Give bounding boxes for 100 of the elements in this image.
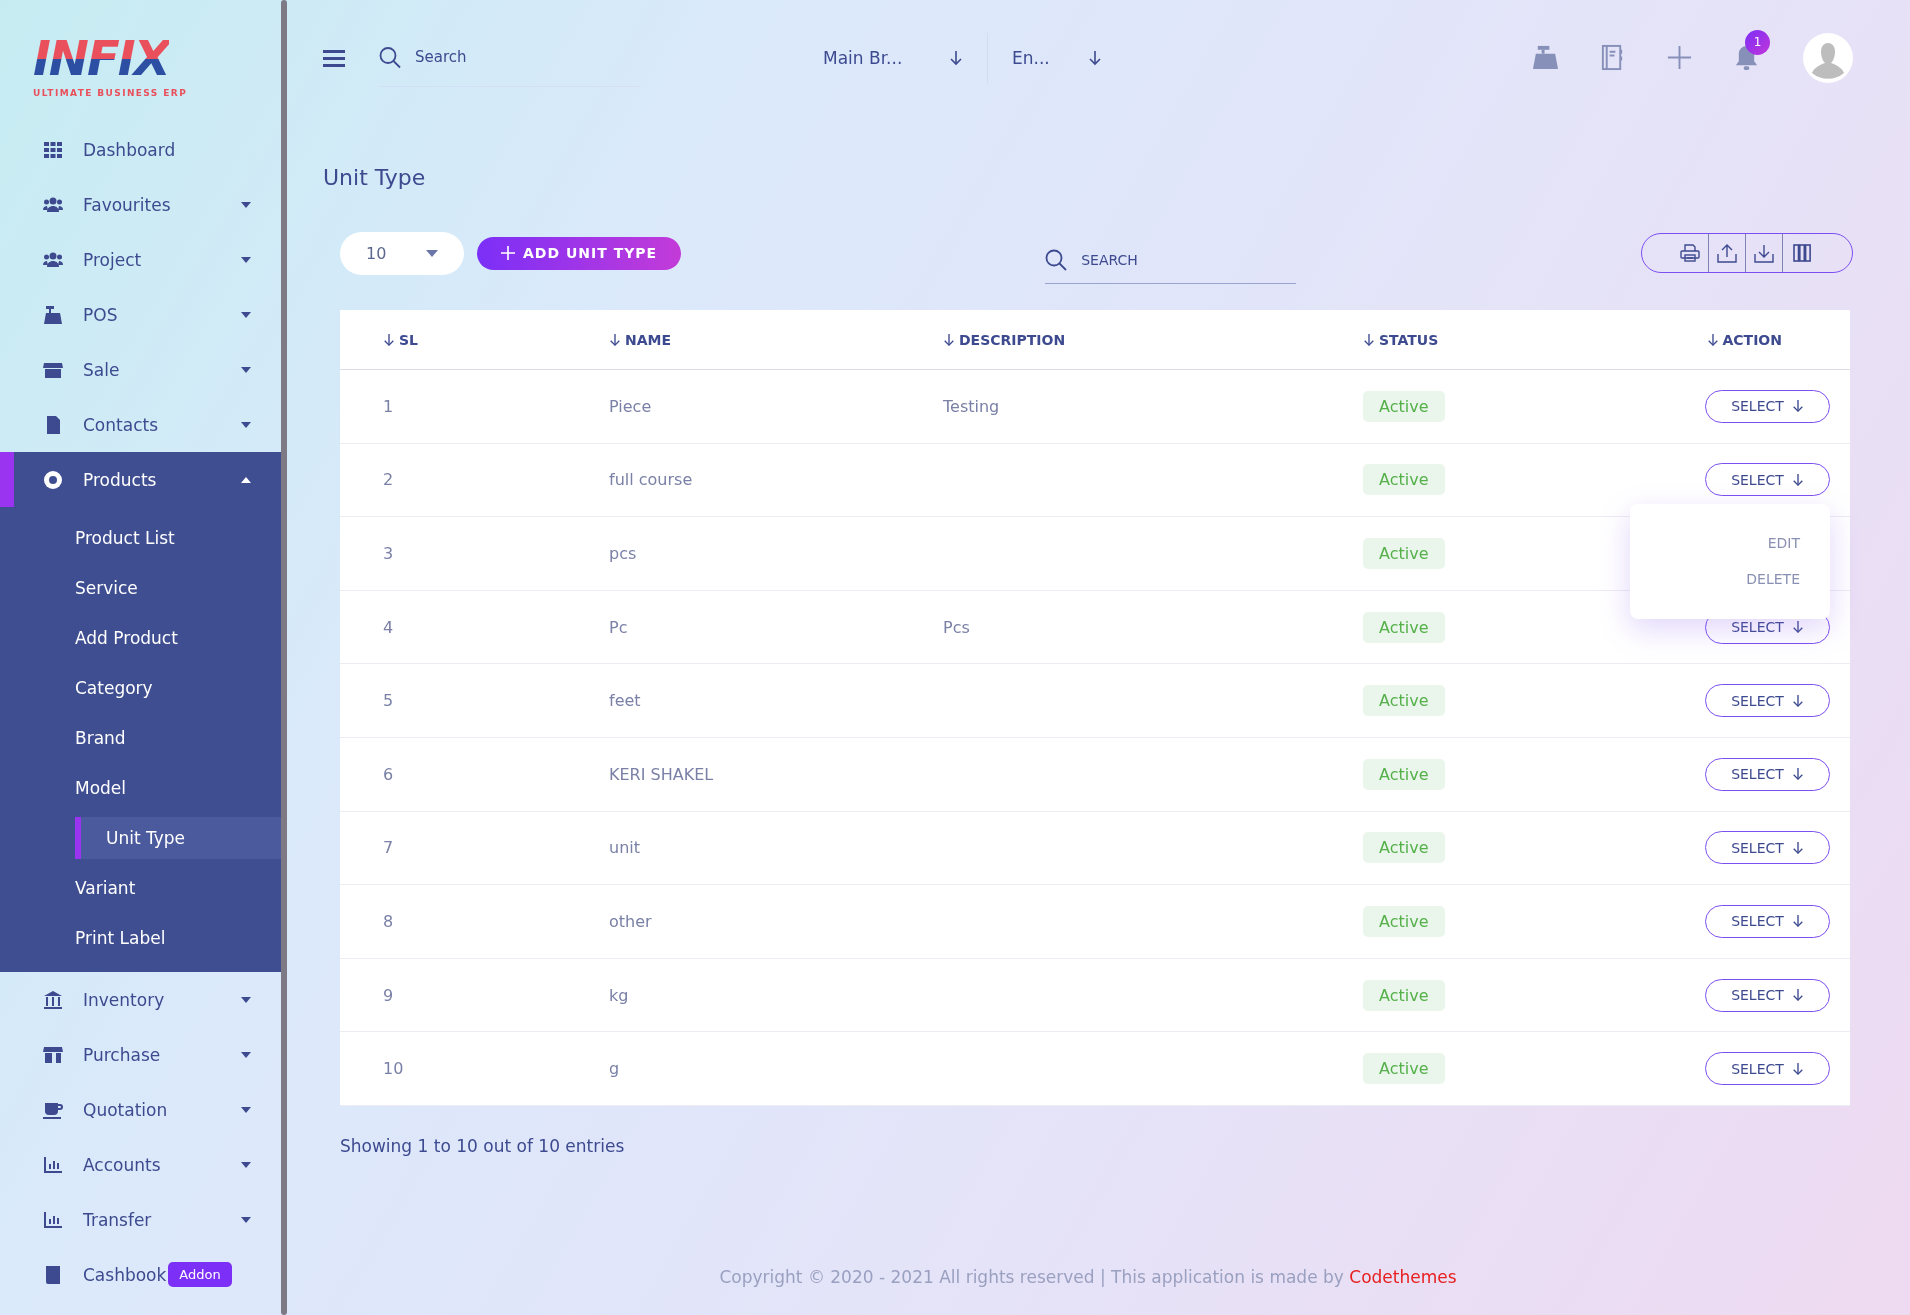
table-cell-text: 9 [383, 985, 395, 1005]
page-size-dropdown[interactable]: 10 [340, 231, 464, 275]
table-cell-text: Pc [609, 617, 629, 637]
sidebar-item[interactable]: Accounts [0, 1137, 281, 1192]
sidebar-item[interactable]: Inventory [0, 972, 281, 1027]
table-cell-text: pcs [609, 544, 638, 563]
table-cell-text: Piece [609, 396, 653, 416]
table-cell-text: KERI SHAKEL [609, 764, 715, 784]
submenu-item[interactable]: Service [0, 563, 281, 613]
select-button[interactable]: SELECT [1705, 978, 1830, 1012]
status-badge: Active [1363, 685, 1445, 717]
caret-icon [426, 249, 438, 257]
plus-icon[interactable] [1666, 44, 1693, 71]
down-arrow-icon [1088, 49, 1102, 66]
sidebar-item[interactable]: POS [0, 287, 281, 342]
circle-icon [43, 469, 63, 490]
submenu-item[interactable]: Product List [0, 513, 281, 563]
scrollbar[interactable] [281, 0, 287, 1315]
download-icon[interactable] [1754, 243, 1774, 263]
down-arrow-icon [1791, 693, 1804, 708]
column-header[interactable]: NAME [609, 331, 943, 348]
sort-arrow-icon [609, 332, 621, 347]
upload-icon[interactable] [1717, 243, 1737, 263]
table-cell-text: 5 [383, 691, 395, 711]
table-cell-text: 3 [383, 544, 395, 563]
down-arrow-icon [1791, 767, 1804, 782]
submenu-item[interactable]: Print Label [0, 913, 281, 963]
codethemes-link[interactable]: Codethemes [1349, 1267, 1457, 1287]
table-cell-text: 2 [383, 470, 395, 490]
status-badge: Active [1363, 464, 1445, 496]
sort-arrow-icon [1363, 332, 1375, 347]
table-cell-text: Testing [943, 396, 1001, 416]
cash-register-icon [43, 304, 63, 325]
status-badge: Active [1363, 390, 1445, 422]
status-badge: Active [1363, 979, 1445, 1011]
status-badge: Active [1363, 1053, 1445, 1085]
sidebar-item[interactable]: Dashboard [0, 122, 281, 177]
table-cell-text: full course [609, 470, 694, 490]
select-button[interactable]: SELECT [1705, 757, 1830, 791]
table-cell-text: 7 [383, 838, 395, 858]
table-cell-text: other [609, 911, 653, 931]
status-badge: Active [1363, 538, 1445, 569]
store-icon [43, 1044, 63, 1065]
sidebar-item[interactable]: Sale [0, 342, 281, 397]
sidebar-item[interactable]: Transfer [0, 1192, 281, 1247]
plus-icon [501, 246, 515, 260]
down-arrow-icon [1791, 840, 1804, 855]
search-field[interactable]: Search [379, 28, 639, 87]
select-button[interactable]: SELECT [1705, 684, 1830, 718]
column-header[interactable]: ACTION [1706, 331, 1782, 348]
submenu-item[interactable]: Add Product [0, 613, 281, 663]
submenu-item[interactable]: Category [0, 663, 281, 713]
sidebar-item[interactable]: Cashbook Addon [0, 1247, 281, 1302]
select-button[interactable]: SELECT [1705, 904, 1830, 938]
status-badge: Active [1363, 905, 1445, 937]
cash-register-icon[interactable] [1532, 44, 1559, 71]
table-cell-text: g [609, 1059, 621, 1079]
select-button[interactable]: SELECT [1705, 831, 1830, 865]
down-arrow-icon [1791, 914, 1804, 929]
sidebar-item[interactable]: Products [0, 452, 281, 507]
table-search-field[interactable]: SEARCH [1045, 236, 1297, 284]
down-arrow-icon [1791, 399, 1804, 414]
sidebar-item[interactable]: Purchase [0, 1027, 281, 1082]
table-cell-text: kg [609, 985, 630, 1005]
sidebar-item[interactable]: Favourites [0, 177, 281, 232]
sidebar-item[interactable]: Project [0, 232, 281, 287]
columns-icon[interactable] [1791, 243, 1812, 263]
bank-icon [43, 989, 63, 1010]
submenu-item[interactable]: Model [0, 763, 281, 813]
table-cell-text: 1 [383, 396, 395, 416]
status-badge: Active [1363, 758, 1445, 790]
grid-icon [43, 139, 63, 160]
down-arrow-icon [1791, 472, 1804, 487]
language-dropdown[interactable]: En... [1012, 47, 1088, 68]
table-cell-text: 6 [383, 764, 395, 784]
column-header[interactable]: STATUS [1363, 331, 1663, 348]
table-cell-text: unit [609, 838, 641, 858]
sidebar-item[interactable]: Quotation [0, 1082, 281, 1137]
branch-dropdown[interactable]: Main Br... [823, 47, 949, 68]
select-button[interactable]: SELECT [1705, 1052, 1830, 1086]
submenu-item[interactable]: Unit Type [75, 817, 281, 859]
column-header[interactable]: SL [383, 331, 609, 348]
notification-badge: 1 [1745, 29, 1770, 55]
status-badge: Active [1363, 611, 1445, 643]
submenu-item[interactable]: Variant [0, 863, 281, 913]
bar-chart-icon [43, 1209, 63, 1230]
select-button[interactable]: SELECT [1705, 389, 1830, 423]
submenu-item[interactable]: Brand [0, 713, 281, 763]
sort-arrow-icon [943, 332, 955, 347]
print-icon[interactable] [1680, 243, 1700, 263]
page-title: Unit Type [323, 165, 427, 190]
down-arrow-icon [949, 49, 963, 66]
sort-arrow-icon [1706, 332, 1719, 347]
column-header[interactable]: DESCRIPTION [943, 331, 1363, 348]
status-badge: Active [1363, 832, 1445, 864]
down-arrow-icon [1791, 988, 1804, 1003]
add-unit-type-button[interactable]: ADD UNIT TYPE [477, 236, 682, 270]
menu-icon[interactable] [323, 48, 345, 67]
sidebar-item[interactable]: Contacts [0, 397, 281, 452]
select-button[interactable]: SELECT [1705, 463, 1830, 497]
